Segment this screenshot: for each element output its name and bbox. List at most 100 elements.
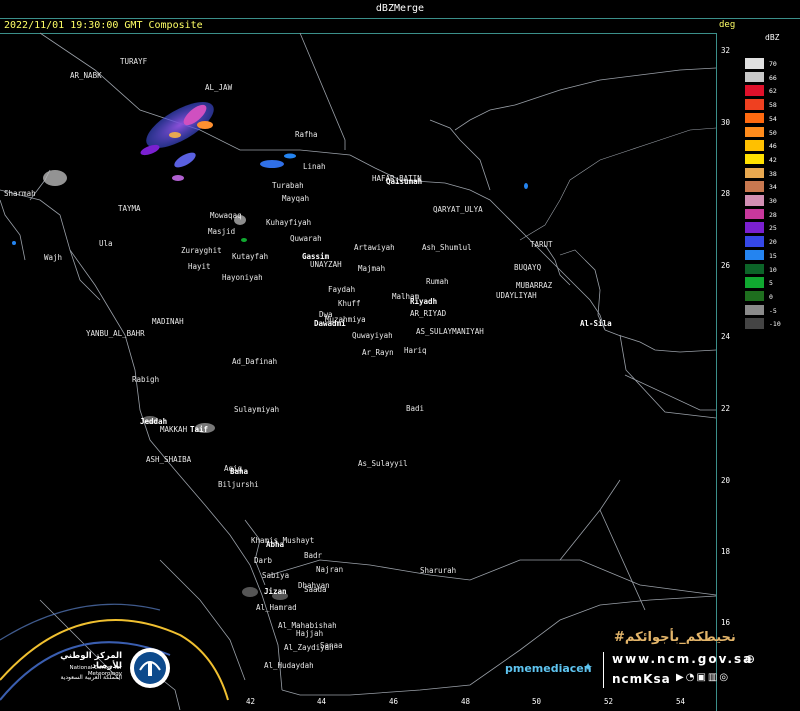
legend-row: -10 (745, 318, 795, 329)
snapchat-icon[interactable]: ◔ (686, 672, 697, 683)
instagram-icon[interactable]: ◎ (719, 672, 730, 683)
legend-swatch (745, 290, 764, 302)
legend-value: 25 (769, 224, 777, 233)
place-label: Qaisumah (386, 177, 423, 186)
lat-tick: 24 (721, 332, 731, 341)
legend-value: 20 (769, 238, 777, 247)
place-label: YANBU_AL_BAHR (86, 329, 145, 338)
place-label: Hajjah (296, 629, 324, 638)
place-label: Turabah (272, 181, 304, 190)
place-label: Al-Sila (580, 319, 612, 328)
place-label: As_Sulayyil (358, 459, 408, 468)
legend-row: 50 (745, 126, 795, 137)
legend-swatch (745, 71, 764, 83)
place-label: Linah (303, 162, 326, 171)
legend-swatch (745, 208, 764, 220)
place-label: Sabiya (262, 571, 290, 580)
place-label: ASH_SHAIBA (146, 455, 192, 464)
legend-row: 0 (745, 290, 795, 302)
place-label: Kutayfah (232, 252, 269, 261)
legend-swatch (745, 140, 764, 151)
lat-tick: 26 (721, 261, 731, 270)
place-label: Hayit (188, 262, 211, 271)
place-label: Dawadmi (314, 319, 346, 328)
place-label: Darb (254, 556, 273, 565)
place-label: Hariq (404, 346, 427, 355)
place-label: TURAYF (120, 57, 148, 66)
place-label: Al_Hudaydah (264, 661, 314, 670)
legend-value: 70 (769, 60, 777, 68)
legend-row: 66 (745, 71, 795, 83)
social-handle[interactable]: ncmKsa (612, 672, 671, 686)
branding-divider (603, 652, 604, 688)
legend-row: 62 (745, 85, 795, 96)
legend-row: 20 (745, 236, 795, 247)
place-label: Kuhayfiyah (266, 218, 312, 227)
place-label: Saada (304, 585, 327, 594)
lat-tick: 32 (721, 46, 731, 55)
place-label: Quwayiyah (352, 331, 393, 340)
place-label: Mayqah (282, 194, 310, 203)
place-label: AS_SULAYMANIYAH (416, 327, 484, 336)
legend-swatch (745, 99, 764, 110)
legend-row: 58 (745, 99, 795, 110)
legend-value: 30 (769, 197, 777, 205)
place-label: QARYAT_ULYA (433, 205, 483, 214)
legend-swatch (745, 195, 764, 206)
lon-tick: 50 (532, 697, 542, 706)
legend-value: 42 (769, 155, 777, 164)
place-label: AR_RIYAD (410, 309, 447, 318)
legend-swatch (745, 304, 764, 316)
legend-row: -5 (745, 304, 795, 316)
place-label: Sulaymiyah (234, 405, 280, 414)
place-label: Wajh (44, 253, 63, 262)
linkedin-icon[interactable]: ▣ (696, 672, 707, 683)
social-icons: ▶◔▣▥◎ (676, 672, 730, 683)
lat-tick: 22 (721, 404, 731, 413)
place-label: TARUT (530, 240, 553, 249)
place-label: Jizan (264, 587, 287, 596)
place-label: Khuff (338, 299, 361, 308)
place-label: Ula (99, 239, 113, 248)
legend-value: -10 (769, 320, 781, 329)
place-label: UDAYLIYAH (496, 291, 537, 300)
country-name-ar: المملكة العربية السعودية (60, 674, 122, 681)
legend-value: 46 (769, 142, 777, 151)
lat-tick: 28 (721, 189, 731, 198)
facebook-icon[interactable]: ▥ (708, 672, 719, 683)
hashtag-text: #نحيطكم_بأجوائكم (614, 630, 736, 645)
place-label: Masjid (208, 227, 236, 236)
legend-value: 0 (769, 292, 773, 301)
legend-swatch (745, 318, 764, 329)
legend-row: 15 (745, 249, 795, 261)
radar-echoes (12, 101, 528, 600)
place-label: MAKKAH (160, 425, 188, 434)
place-label: Biljurshi (218, 480, 259, 489)
globe-icon: ⊕ (745, 652, 756, 666)
twitter-icon[interactable]: ✦ (583, 660, 593, 674)
place-label: Ad_Dafinah (232, 357, 278, 366)
place-label: AR_NABK (70, 71, 102, 80)
legend-value: 62 (769, 87, 777, 96)
legend-swatch (745, 58, 764, 69)
legend-value: 50 (769, 128, 777, 137)
legend-value: 38 (769, 169, 777, 178)
place-label: Sanaa (320, 641, 343, 650)
website-link[interactable]: www.ncm.gov.sa (612, 652, 753, 666)
place-label: Badr (304, 551, 323, 560)
legend-value: 66 (769, 73, 777, 82)
legend-value: 5 (769, 279, 773, 288)
place-label: Faydah (328, 285, 356, 294)
place-label: Najran (316, 565, 344, 574)
place-label: Majmah (358, 264, 386, 273)
legend-row: 30 (745, 195, 795, 206)
youtube-icon[interactable]: ▶ (676, 672, 686, 683)
legend-value: 28 (769, 210, 777, 219)
legend-swatch (745, 249, 764, 261)
legend-swatch (745, 263, 764, 274)
ncm-logo (130, 648, 170, 688)
twitter-handle[interactable]: pmemediacen (505, 662, 592, 675)
lon-tick: 44 (317, 697, 327, 706)
place-label: Abha (266, 540, 285, 549)
lat-tick: 20 (721, 476, 731, 485)
